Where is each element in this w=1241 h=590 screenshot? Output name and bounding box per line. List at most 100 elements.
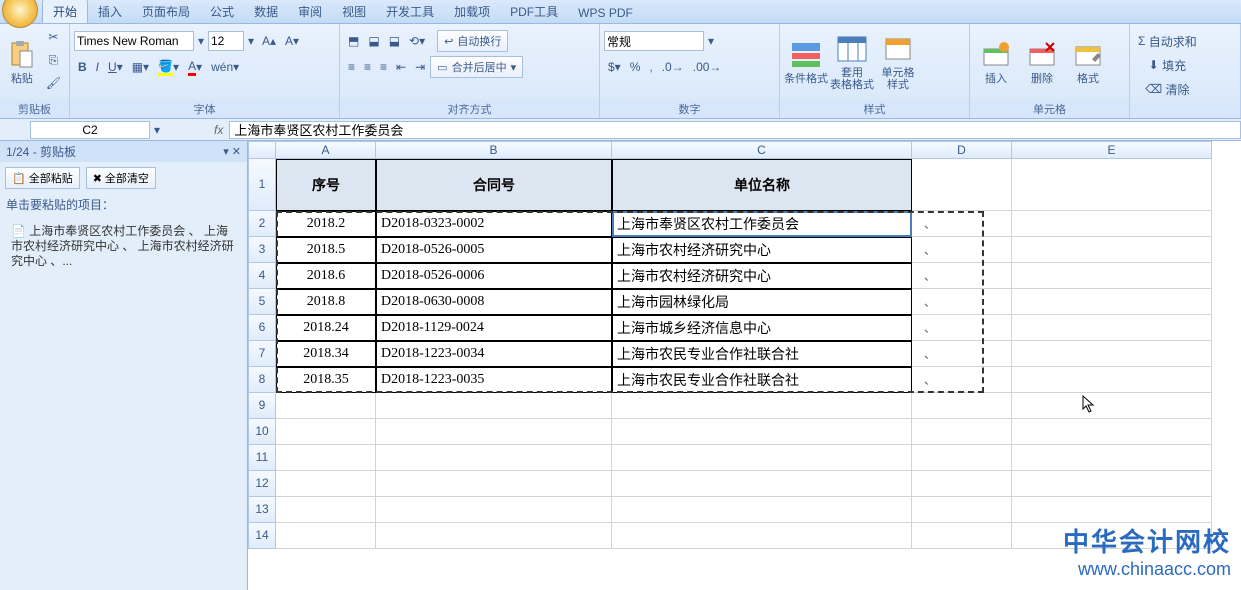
clear-all-button[interactable]: ✖全部清空: [86, 167, 156, 189]
font-dropdown[interactable]: ▾: [195, 30, 207, 52]
cell[interactable]: [1012, 289, 1212, 315]
decrease-decimal-button[interactable]: .00→: [689, 56, 726, 78]
conditional-format-button[interactable]: 条件格式: [784, 26, 828, 98]
number-format-select[interactable]: [604, 31, 704, 51]
tab-pdf[interactable]: PDF工具: [500, 0, 568, 23]
cell[interactable]: [1012, 497, 1212, 523]
cell[interactable]: [276, 445, 376, 471]
tab-addins[interactable]: 加载项: [444, 0, 500, 23]
clear-button[interactable]: ⌫ 清除: [1134, 78, 1201, 100]
cell[interactable]: [912, 497, 1012, 523]
row-3[interactable]: 3: [248, 237, 276, 263]
cell[interactable]: 、: [912, 289, 1012, 315]
cell[interactable]: 、: [912, 341, 1012, 367]
cell[interactable]: [1012, 237, 1212, 263]
cell[interactable]: [612, 497, 912, 523]
cell[interactable]: 2018.5: [276, 237, 376, 263]
cell[interactable]: [1012, 445, 1212, 471]
cell[interactable]: [612, 419, 912, 445]
align-center-button[interactable]: ≡: [360, 56, 375, 78]
formula-bar[interactable]: [229, 121, 1241, 139]
cell[interactable]: 上海市城乡经济信息中心: [612, 315, 912, 341]
autosum-button[interactable]: Σ 自动求和: [1134, 30, 1201, 52]
cell[interactable]: D2018-1129-0024: [376, 315, 612, 341]
cell[interactable]: [276, 393, 376, 419]
cell[interactable]: 上海市农民专业合作社联合社: [612, 341, 912, 367]
row-11[interactable]: 11: [248, 445, 276, 471]
cell[interactable]: 2018.8: [276, 289, 376, 315]
cell[interactable]: 、: [912, 263, 1012, 289]
cell[interactable]: [376, 497, 612, 523]
cell[interactable]: [912, 471, 1012, 497]
tab-view[interactable]: 视图: [332, 0, 376, 23]
cell[interactable]: [1012, 367, 1212, 393]
cell[interactable]: [1012, 263, 1212, 289]
cell[interactable]: 2018.2: [276, 211, 376, 237]
cell[interactable]: [912, 393, 1012, 419]
cell[interactable]: [376, 471, 612, 497]
tab-data[interactable]: 数据: [244, 0, 288, 23]
row-4[interactable]: 4: [248, 263, 276, 289]
size-dropdown[interactable]: ▾: [245, 30, 257, 52]
cell[interactable]: 上海市园林绿化局: [612, 289, 912, 315]
row-6[interactable]: 6: [248, 315, 276, 341]
cell[interactable]: [612, 523, 912, 549]
cell[interactable]: D2018-0323-0002: [376, 211, 612, 237]
cell[interactable]: 上海市奉贤区农村工作委员会: [612, 211, 912, 237]
tab-dev[interactable]: 开发工具: [376, 0, 444, 23]
tab-home[interactable]: 开始: [42, 0, 88, 23]
row-8[interactable]: 8: [248, 367, 276, 393]
underline-button[interactable]: U▾: [104, 56, 127, 78]
italic-button[interactable]: I: [92, 56, 103, 78]
col-C[interactable]: C: [612, 141, 912, 159]
cell[interactable]: [912, 419, 1012, 445]
row-2[interactable]: 2: [248, 211, 276, 237]
orientation-button[interactable]: ⟲▾: [405, 30, 429, 52]
cell[interactable]: 、: [912, 237, 1012, 263]
cell[interactable]: 合同号: [376, 159, 612, 211]
row-9[interactable]: 9: [248, 393, 276, 419]
spreadsheet-grid[interactable]: A B C D E 1 2 3 4 5 6 7 8 9 10 11 12 13 …: [248, 141, 1241, 590]
cell[interactable]: [1012, 211, 1212, 237]
cell[interactable]: 2018.34: [276, 341, 376, 367]
align-middle-button[interactable]: ⬓: [364, 30, 383, 52]
format-as-table-button[interactable]: 套用 表格格式: [830, 26, 874, 98]
tab-layout[interactable]: 页面布局: [132, 0, 200, 23]
cell[interactable]: [276, 523, 376, 549]
row-12[interactable]: 12: [248, 471, 276, 497]
paste-all-button[interactable]: 📋全部粘贴: [5, 167, 80, 189]
copy-button[interactable]: ⎘: [42, 49, 65, 71]
cell[interactable]: [912, 445, 1012, 471]
cell[interactable]: 上海市农民专业合作社联合社: [612, 367, 912, 393]
cell[interactable]: [1012, 523, 1212, 549]
cell-styles-button[interactable]: 单元格 样式: [876, 26, 920, 98]
increase-decimal-button[interactable]: .0→: [658, 56, 688, 78]
cell[interactable]: 上海市农村经济研究中心: [612, 237, 912, 263]
col-B[interactable]: B: [376, 141, 612, 159]
row-5[interactable]: 5: [248, 289, 276, 315]
name-box-dropdown[interactable]: ▾: [150, 119, 164, 141]
cell[interactable]: [1012, 419, 1212, 445]
align-top-button[interactable]: ⬒: [344, 30, 363, 52]
cell[interactable]: [376, 445, 612, 471]
cell[interactable]: [612, 445, 912, 471]
border-button[interactable]: ▦▾: [128, 56, 153, 78]
tab-formula[interactable]: 公式: [200, 0, 244, 23]
row-14[interactable]: 14: [248, 523, 276, 549]
cell[interactable]: [376, 393, 612, 419]
row-7[interactable]: 7: [248, 341, 276, 367]
format-cells-button[interactable]: 格式: [1066, 26, 1110, 98]
comma-button[interactable]: ,: [645, 56, 656, 78]
column-headers[interactable]: A B C D E: [276, 141, 1212, 159]
cell[interactable]: 上海市农村经济研究中心: [612, 263, 912, 289]
clipboard-pane-close[interactable]: ▾ ✕: [223, 145, 241, 158]
font-color-button[interactable]: A▾: [184, 56, 206, 78]
cell[interactable]: [912, 523, 1012, 549]
grow-font-button[interactable]: A▴: [258, 30, 280, 52]
cell[interactable]: [276, 419, 376, 445]
merge-center-button[interactable]: ▭合并后居中▾: [430, 56, 523, 78]
cell[interactable]: 单位名称: [612, 159, 912, 211]
cell[interactable]: 、: [912, 367, 1012, 393]
delete-cells-button[interactable]: 删除: [1020, 26, 1064, 98]
tab-wps[interactable]: WPS PDF: [568, 3, 643, 23]
